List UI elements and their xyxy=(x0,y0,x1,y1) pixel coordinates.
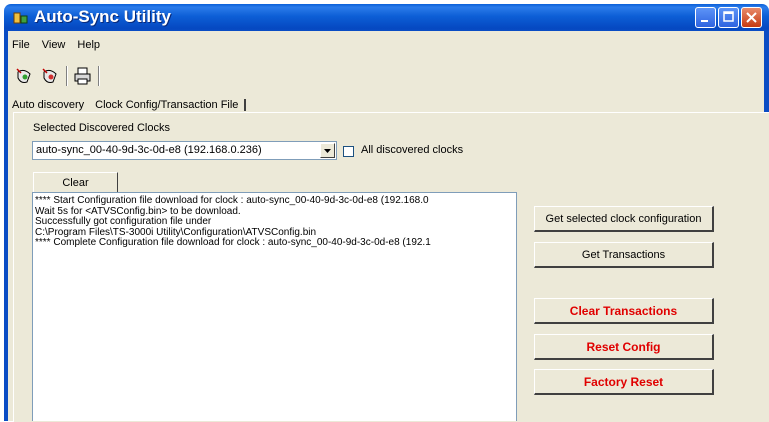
log-line: **** Complete Configuration file downloa… xyxy=(35,237,431,248)
menu-help[interactable]: Help xyxy=(77,39,100,55)
log-line: Successfully got configuration file unde… xyxy=(35,216,212,227)
clock-select[interactable]: auto-sync_00-40-9d-3c-0d-e8 (192.168.0.2… xyxy=(32,141,337,160)
tab-clock-config[interactable]: Clock Config/Transaction File xyxy=(89,99,247,111)
discover-icon[interactable] xyxy=(14,65,36,87)
menu-bar: File View Help xyxy=(12,39,100,55)
all-clocks-label: All discovered clocks xyxy=(361,144,464,156)
connect-icon[interactable] xyxy=(40,65,62,87)
close-button[interactable] xyxy=(741,7,762,28)
log-line: **** Start Configuration file download f… xyxy=(35,195,429,206)
get-config-button[interactable]: Get selected clock configuration xyxy=(534,206,714,232)
print-icon[interactable] xyxy=(72,65,94,87)
factory-reset-button[interactable]: Factory Reset xyxy=(534,369,714,395)
maximize-button[interactable] xyxy=(718,7,739,28)
app-icon xyxy=(13,10,29,26)
menu-view[interactable]: View xyxy=(42,39,66,55)
tab-auto-discovery[interactable]: Auto discovery xyxy=(12,99,89,111)
clear-log-button[interactable]: Clear xyxy=(33,172,118,192)
log-output[interactable]: **** Start Configuration file download f… xyxy=(32,192,517,421)
reset-config-button[interactable]: Reset Config xyxy=(534,334,714,360)
clear-transactions-button[interactable]: Clear Transactions xyxy=(534,298,714,324)
get-transactions-button[interactable]: Get Transactions xyxy=(534,242,714,268)
menu-file[interactable]: File xyxy=(12,39,30,55)
tab-strip: Auto discovery Clock Config/Transaction … xyxy=(12,95,247,111)
toolbar-separator xyxy=(98,66,100,86)
window-title: Auto-Sync Utility xyxy=(34,7,171,26)
minimize-button[interactable] xyxy=(695,7,716,28)
toolbar-separator xyxy=(66,66,68,86)
toolbar xyxy=(14,65,100,87)
selected-clocks-label: Selected Discovered Clocks xyxy=(33,122,170,134)
chevron-down-icon[interactable] xyxy=(320,143,335,158)
title-bar[interactable]: Auto-Sync Utility xyxy=(4,4,769,31)
clock-select-value: auto-sync_00-40-9d-3c-0d-e8 (192.168.0.2… xyxy=(36,144,262,156)
all-clocks-checkbox[interactable] xyxy=(343,146,354,157)
